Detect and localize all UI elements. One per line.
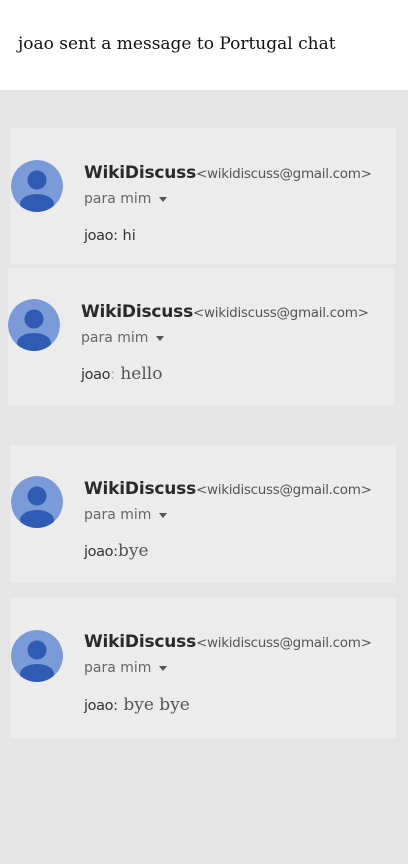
message-text: bye — [117, 541, 149, 561]
header: joao sent a message to Portugal chat — [0, 0, 408, 90]
recipient-toggle[interactable]: para mim — [81, 330, 165, 346]
message-card[interactable]: WikiDiscuss <wikidiscuss@gmail.com> para… — [10, 598, 396, 738]
sender-email: <wikidiscuss@gmail.com> — [193, 305, 369, 321]
avatar — [11, 476, 63, 528]
default-user-avatar-icon — [8, 299, 60, 351]
caret-down-icon — [159, 665, 168, 671]
default-user-avatar-icon — [11, 476, 63, 528]
recipient-label: para mim — [81, 330, 149, 346]
recipient-toggle[interactable]: para mim — [84, 191, 168, 207]
message-card[interactable]: WikiDiscuss <wikidiscuss@gmail.com> para… — [10, 128, 396, 264]
message-author: joao — [84, 698, 114, 714]
sender-name: WikiDiscuss — [84, 163, 196, 183]
message-author: joao — [81, 367, 111, 383]
message-author: joao — [84, 544, 114, 560]
sender-email: <wikidiscuss@gmail.com> — [196, 635, 372, 651]
sender-email: <wikidiscuss@gmail.com> — [196, 166, 372, 182]
caret-down-icon — [159, 512, 168, 518]
recipient-label: para mim — [84, 507, 152, 523]
caret-down-icon — [156, 335, 165, 341]
message-author: joao — [84, 228, 114, 244]
message-body: joao:bye — [84, 541, 149, 561]
sender-name: WikiDiscuss — [84, 632, 196, 652]
message-card[interactable]: WikiDiscuss <wikidiscuss@gmail.com> para… — [10, 445, 396, 583]
avatar — [11, 630, 63, 682]
sender-email: <wikidiscuss@gmail.com> — [196, 482, 372, 498]
default-user-avatar-icon — [11, 630, 63, 682]
avatar — [11, 160, 63, 212]
recipient-toggle[interactable]: para mim — [84, 507, 168, 523]
sender-name: WikiDiscuss — [81, 302, 193, 322]
recipient-label: para mim — [84, 191, 152, 207]
recipient-toggle[interactable]: para mim — [84, 660, 168, 676]
default-user-avatar-icon — [11, 160, 63, 212]
message-body: joao: hello — [81, 364, 162, 384]
message-card[interactable]: WikiDiscuss <wikidiscuss@gmail.com> para… — [8, 268, 394, 406]
message-body: joao: hi — [84, 227, 136, 245]
message-text: hi — [117, 228, 136, 244]
message-body: joao: bye bye — [84, 695, 190, 715]
recipient-label: para mim — [84, 660, 152, 676]
page-title: joao sent a message to Portugal chat — [18, 34, 336, 54]
sender-name: WikiDiscuss — [84, 479, 196, 499]
message-text: hello — [114, 364, 163, 384]
message-text: bye bye — [117, 695, 190, 715]
caret-down-icon — [159, 196, 168, 202]
avatar — [8, 299, 60, 351]
